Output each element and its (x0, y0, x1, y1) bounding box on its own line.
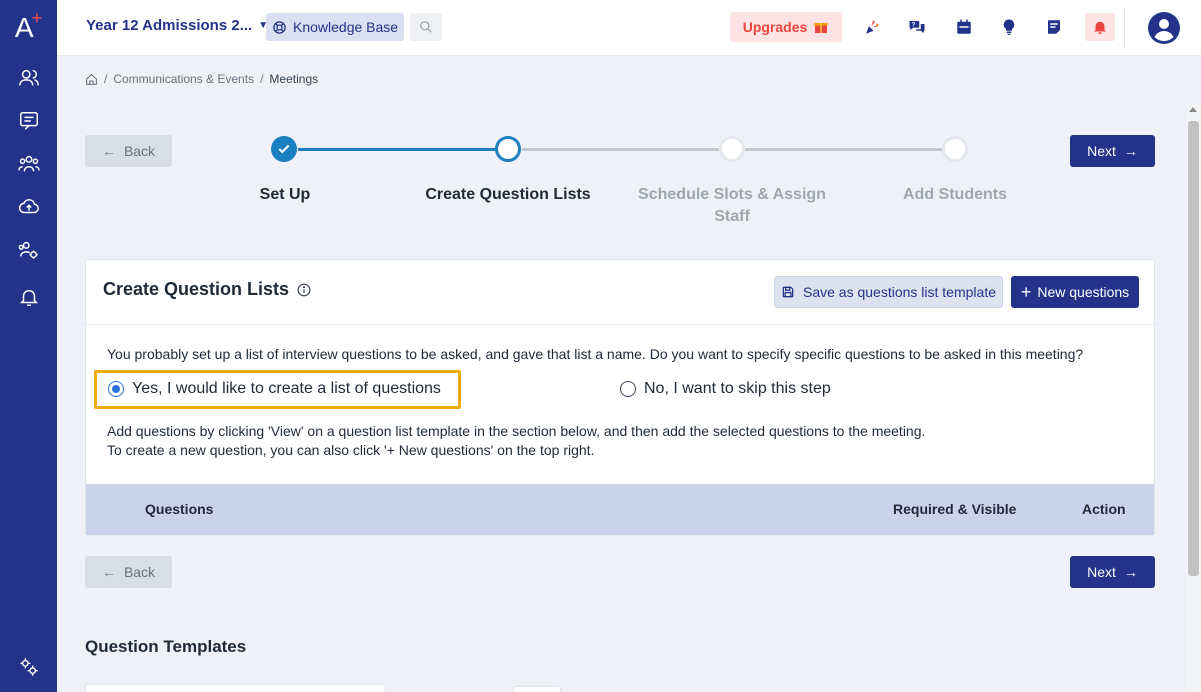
bell-icon[interactable] (0, 282, 57, 312)
svg-text:?: ? (912, 23, 916, 29)
knowledge-base-button[interactable]: Knowledge Base (266, 13, 405, 41)
radio-no[interactable] (620, 381, 636, 397)
step-label-create-question-lists: Create Question Lists (425, 186, 591, 203)
step-label-add-students: Add Students (903, 186, 1007, 203)
notes-icon[interactable] (1039, 13, 1069, 41)
upgrades-button[interactable]: Upgrades (730, 12, 842, 42)
next-button-top[interactable]: Next → (1070, 135, 1155, 167)
intro-text: You probably set up a list of interview … (107, 346, 1084, 362)
step-1-complete-dot[interactable] (271, 136, 297, 162)
chat-icon[interactable] (0, 106, 57, 136)
column-action[interactable]: Action (1082, 501, 1126, 517)
arrow-left-icon: ← (101, 564, 116, 580)
plus-icon: + (1020, 282, 1032, 302)
top-header: Year 12 Admissions 2... ▼ Knowledge Base… (57, 0, 1201, 56)
confetti-icon[interactable] (857, 13, 887, 41)
column-questions[interactable]: Questions (145, 501, 213, 517)
step-connector-2 (522, 148, 720, 151)
option-yes-create-list[interactable]: Yes, I would like to create a list of qu… (108, 380, 441, 398)
notification-alert-icon[interactable] (1085, 13, 1115, 41)
settings-gears-icon[interactable] (0, 652, 57, 682)
sidebar: A + (0, 0, 57, 692)
info-icon[interactable] (297, 283, 311, 297)
app-switcher[interactable]: Year 12 Admissions 2... ▼ (86, 17, 268, 34)
arrow-right-icon: → (1123, 143, 1138, 159)
step-2-active-dot[interactable] (495, 136, 521, 162)
scrollbar-thumb[interactable] (1188, 121, 1199, 576)
create-question-lists-card: Create Question Lists Save as questions … (85, 259, 1155, 536)
breadcrumb-current: Meetings (269, 72, 319, 86)
groups-icon[interactable] (0, 149, 57, 179)
back-button-top[interactable]: ← Back (85, 135, 172, 167)
home-icon[interactable] (85, 73, 98, 86)
questions-table-header: Questions Required & Visible Action (86, 484, 1154, 535)
question-templates-title: Question Templates (85, 637, 247, 656)
user-settings-icon[interactable] (0, 235, 57, 265)
checkmark-icon (278, 144, 290, 154)
card-title: Create Question Lists (103, 279, 311, 300)
template-tab-peek[interactable] (513, 686, 561, 692)
lightbulb-icon[interactable] (994, 13, 1024, 41)
step-label-set-up: Set Up (259, 186, 311, 203)
cloud-upload-icon[interactable] (0, 192, 57, 222)
new-questions-button[interactable]: + New questions (1011, 276, 1139, 308)
next-button-bottom[interactable]: Next → (1070, 556, 1155, 588)
option-no-skip[interactable]: No, I want to skip this step (620, 380, 831, 398)
hint-line-1: Add questions by clicking 'View' on a qu… (107, 423, 926, 439)
step-connector-1 (298, 148, 496, 151)
users-icon[interactable] (0, 63, 57, 93)
breadcrumb-communications-events[interactable]: Communications & Events (113, 72, 254, 86)
arrow-right-icon: → (1123, 564, 1138, 580)
arrow-left-icon: ← (101, 143, 116, 159)
back-button-bottom[interactable]: ← Back (85, 556, 172, 588)
app-logo[interactable]: A + (0, 0, 57, 56)
search-icon (420, 21, 432, 33)
template-card-peek[interactable] (85, 684, 386, 692)
help-chat-icon[interactable]: ? (902, 13, 932, 41)
user-avatar-icon[interactable] (1148, 12, 1180, 44)
card-header: Create Question Lists Save as questions … (86, 260, 1154, 325)
search-button[interactable] (410, 13, 442, 41)
save-template-button[interactable]: Save as questions list template (774, 276, 1003, 308)
step-label-schedule-slots: Schedule Slots & Assign Staff (638, 186, 826, 225)
lifebuoy-icon (273, 20, 286, 34)
scroll-up-arrow[interactable] (1189, 107, 1197, 112)
column-required-visible[interactable]: Required & Visible (893, 501, 1016, 517)
breadcrumb: / Communications & Events / Meetings (85, 72, 318, 86)
step-connector-3 (745, 148, 943, 151)
gift-icon (814, 23, 828, 33)
header-divider (1124, 8, 1125, 48)
save-icon (782, 286, 794, 298)
hint-line-2: To create a new question, you can also c… (107, 442, 595, 458)
step-3-pending-dot[interactable] (719, 136, 745, 162)
step-4-pending-dot[interactable] (942, 136, 968, 162)
radio-yes[interactable] (108, 381, 124, 397)
calendar-icon[interactable] (949, 13, 979, 41)
